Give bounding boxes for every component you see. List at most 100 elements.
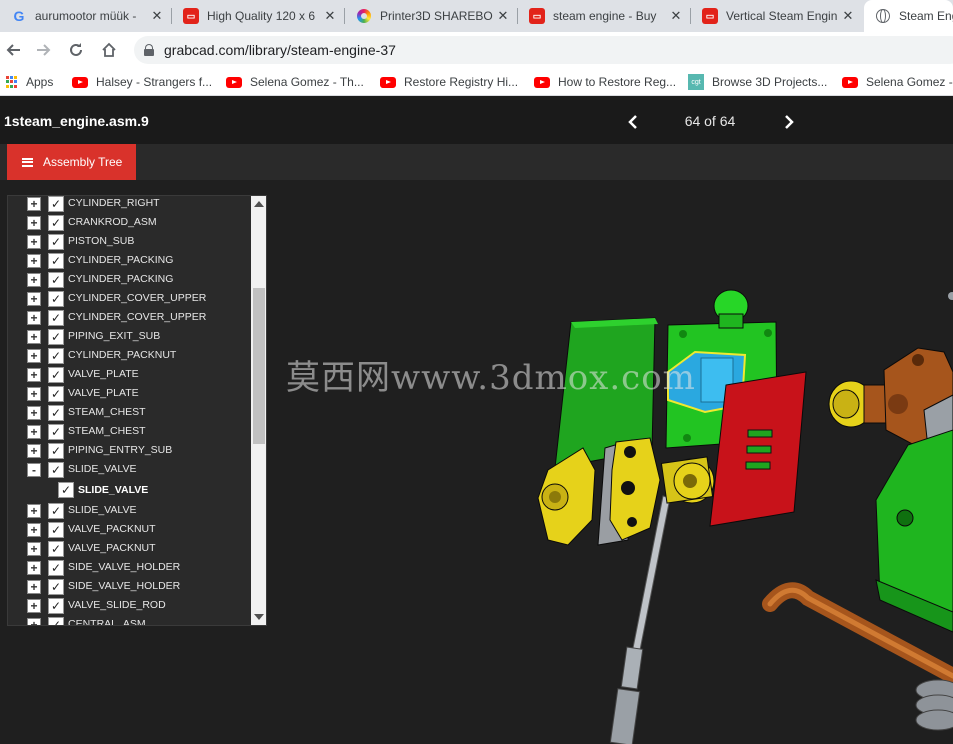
expand-toggle-icon[interactable]: + (27, 196, 41, 211)
tree-node[interactable]: + ✓ PISTON_SUB (8, 232, 252, 251)
aliexpress-icon: ▭ (183, 8, 199, 24)
visibility-checkbox[interactable]: ✓ (58, 482, 74, 498)
close-icon[interactable]: ✕ (148, 8, 166, 24)
visibility-checkbox[interactable]: ✓ (48, 540, 64, 557)
visibility-checkbox[interactable]: ✓ (48, 578, 64, 595)
visibility-checkbox[interactable]: ✓ (48, 347, 64, 364)
tree-node[interactable]: + ✓ CYLINDER_PACKNUT (8, 346, 252, 365)
close-icon[interactable]: ✕ (494, 8, 512, 24)
tree-node[interactable]: + ✓ VALVE_PACKNUT (8, 520, 252, 539)
tree-node[interactable]: + ✓ CYLINDER_PACKING (8, 270, 252, 289)
expand-toggle-icon[interactable]: + (27, 503, 41, 518)
close-icon[interactable]: ✕ (321, 8, 339, 24)
bookmark-item[interactable]: How to Restore Reg... (534, 73, 676, 91)
tree-node[interactable]: - ✓ SLIDE_VALVE (8, 460, 252, 479)
tree-node[interactable]: + ✓ CENTRAL_ASM (8, 615, 252, 625)
expand-toggle-icon[interactable]: + (27, 598, 41, 613)
visibility-checkbox[interactable]: ✓ (48, 502, 64, 519)
visibility-checkbox[interactable]: ✓ (48, 309, 64, 326)
visibility-checkbox[interactable]: ✓ (48, 196, 64, 212)
expand-toggle-icon[interactable]: + (27, 443, 41, 458)
tree-node[interactable]: + ✓ VALVE_PLATE (8, 384, 252, 403)
expand-toggle-icon[interactable]: + (27, 310, 41, 325)
bookmark-item[interactable]: Selena Gomez - (842, 73, 953, 91)
scroll-thumb[interactable] (253, 288, 265, 444)
visibility-checkbox[interactable]: ✓ (48, 616, 64, 625)
close-icon[interactable]: ✕ (839, 8, 857, 24)
visibility-checkbox[interactable]: ✓ (48, 214, 64, 231)
visibility-checkbox[interactable]: ✓ (48, 559, 64, 576)
prev-arrow-icon[interactable] (621, 110, 645, 134)
bookmark-item[interactable]: Selena Gomez - Th... (226, 73, 364, 91)
assembly-tree-button[interactable]: Assembly Tree (7, 144, 136, 180)
expand-toggle-icon[interactable]: + (27, 329, 41, 344)
expand-toggle-icon[interactable]: + (27, 215, 41, 230)
tree-node[interactable]: + ✓ STEAM_CHEST (8, 403, 252, 422)
tree-node[interactable]: + ✓ CRANKROD_ASM (8, 213, 252, 232)
tree-node[interactable]: + ✓ CYLINDER_COVER_UPPER (8, 289, 252, 308)
visibility-checkbox[interactable]: ✓ (48, 290, 64, 307)
expand-toggle-icon[interactable]: + (27, 424, 41, 439)
expand-toggle-icon[interactable]: + (27, 405, 41, 420)
bookmark-item[interactable]: Halsey - Strangers f... (72, 73, 212, 91)
collapse-toggle-icon[interactable]: - (27, 462, 41, 477)
scroll-up-arrow-icon[interactable] (254, 201, 264, 207)
tree-node[interactable]: + ✓ STEAM_CHEST (8, 422, 252, 441)
visibility-checkbox[interactable]: ✓ (48, 366, 64, 383)
visibility-checkbox[interactable]: ✓ (48, 597, 64, 614)
browser-tab[interactable]: ▭ High Quality 120 x 6 ✕ (172, 0, 345, 32)
expand-toggle-icon[interactable]: + (27, 560, 41, 575)
visibility-checkbox[interactable]: ✓ (48, 328, 64, 345)
visibility-checkbox[interactable]: ✓ (48, 442, 64, 459)
close-icon[interactable]: ✕ (667, 8, 685, 24)
tree-node[interactable]: + ✓ VALVE_SLIDE_ROD (8, 596, 252, 615)
scroll-down-arrow-icon[interactable] (254, 614, 264, 620)
visibility-checkbox[interactable]: ✓ (48, 271, 64, 288)
expand-toggle-icon[interactable]: + (27, 291, 41, 306)
expand-toggle-icon[interactable]: + (27, 386, 41, 401)
browser-tab[interactable]: ▭ Vertical Steam Engin ✕ (691, 0, 863, 32)
visibility-checkbox[interactable]: ✓ (48, 385, 64, 402)
browser-tab-active[interactable]: Steam Eng (864, 0, 953, 32)
expand-toggle-icon[interactable]: + (27, 348, 41, 363)
tree-node[interactable]: + ✓ CYLINDER_RIGHT (8, 196, 252, 213)
visibility-checkbox[interactable]: ✓ (48, 521, 64, 538)
bookmark-item[interactable]: Restore Registry Hi... (380, 73, 518, 91)
browser-tab[interactable]: ▭ steam engine - Buy ✕ (518, 0, 691, 32)
browser-tab[interactable]: Printer3D SHAREBO ✕ (345, 0, 518, 32)
back-arrow-icon[interactable] (1, 38, 25, 62)
browser-tab[interactable]: G aurumootor müük - ✕ (0, 0, 172, 32)
visibility-checkbox[interactable]: ✓ (48, 233, 64, 250)
expand-toggle-icon[interactable]: + (27, 367, 41, 382)
tree-node[interactable]: + ✓ VALVE_PLATE (8, 365, 252, 384)
address-bar[interactable]: grabcad.com/library/steam-engine-37 (134, 36, 953, 64)
reload-icon[interactable] (64, 38, 88, 62)
viewer-header: 1steam_engine.asm.9 64 of 64 (0, 100, 953, 144)
bookmark-apps[interactable]: Apps (6, 73, 53, 91)
tree-node[interactable]: ✓ SLIDE_VALVE (8, 479, 252, 501)
tree-node[interactable]: + ✓ CYLINDER_COVER_UPPER (8, 308, 252, 327)
tree-node[interactable]: + ✓ PIPING_EXIT_SUB (8, 327, 252, 346)
tree-node[interactable]: + ✓ CYLINDER_PACKING (8, 251, 252, 270)
expand-toggle-icon[interactable]: + (27, 541, 41, 556)
expand-toggle-icon[interactable]: + (27, 272, 41, 287)
visibility-checkbox[interactable]: ✓ (48, 252, 64, 269)
tree-node[interactable]: + ✓ SLIDE_VALVE (8, 501, 252, 520)
tree-node[interactable]: + ✓ SIDE_VALVE_HOLDER (8, 558, 252, 577)
bookmark-item[interactable]: cgt Browse 3D Projects... (688, 73, 827, 91)
expand-toggle-icon[interactable]: + (27, 579, 41, 594)
visibility-checkbox[interactable]: ✓ (48, 404, 64, 421)
tree-node[interactable]: + ✓ VALVE_PACKNUT (8, 539, 252, 558)
tree-scrollbar[interactable] (251, 196, 266, 625)
expand-toggle-icon[interactable]: + (27, 617, 41, 625)
visibility-checkbox[interactable]: ✓ (48, 461, 64, 478)
expand-toggle-icon[interactable]: + (27, 522, 41, 537)
home-icon[interactable] (97, 38, 121, 62)
visibility-checkbox[interactable]: ✓ (48, 423, 64, 440)
expand-toggle-icon[interactable]: + (27, 234, 41, 249)
forward-arrow-icon[interactable] (32, 38, 56, 62)
next-arrow-icon[interactable] (777, 110, 801, 134)
tree-node[interactable]: + ✓ SIDE_VALVE_HOLDER (8, 577, 252, 596)
expand-toggle-icon[interactable]: + (27, 253, 41, 268)
tree-node[interactable]: + ✓ PIPING_ENTRY_SUB (8, 441, 252, 460)
